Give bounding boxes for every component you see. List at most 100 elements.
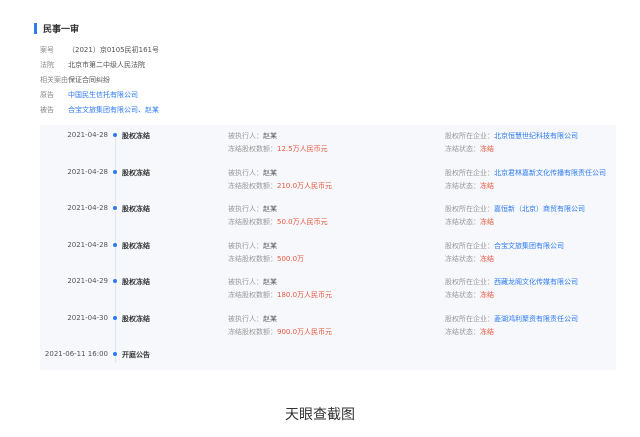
frozen-amount-value: 180.0万人民币元 xyxy=(277,291,333,299)
executed-person-label: 被执行人： xyxy=(228,314,263,323)
enterprise-label: 股权所在企业： xyxy=(445,132,494,140)
executed-person-value: 赵某 xyxy=(263,205,277,213)
entry-details: 被执行人：赵某 冻结股权数额：900.0万人民币元 xyxy=(228,313,332,339)
enterprise-link[interactable]: 合宝文旅集团有限公司 xyxy=(494,242,564,250)
case-field-value: （2021）京0105民初161号 xyxy=(68,45,159,54)
entry-type[interactable]: 股权冻结 xyxy=(122,168,150,178)
entry-details: 被执行人：赵某冻结股权数额：12.5万人民币元 xyxy=(228,130,328,156)
timeline-entry: 2021-04-30 股权冻结 被执行人：赵某 冻结股权数额：900.0万人民币元 股权… xyxy=(40,308,616,344)
entry-date: 2021-04-30 xyxy=(67,313,108,322)
frozen-amount-label: 冻结股权数额： xyxy=(228,181,277,190)
entry-type[interactable]: 股权冻结 xyxy=(122,314,150,324)
status-value: 冻结 xyxy=(480,327,494,336)
status-row: 冻结状态：冻结 xyxy=(445,253,564,266)
case-field-label: 案号 xyxy=(40,45,54,54)
frozen-amount-label: 冻结股权数额： xyxy=(228,327,277,336)
status-value: 冻结 xyxy=(480,254,494,263)
entry-enterprise: 股权所在企业：西藏龙阁文化传媒有限公司 冻结状态：冻结 xyxy=(445,276,578,302)
frozen-amount-value: 210.0万人民币元 xyxy=(277,181,333,190)
entry-details: 被执行人：赵某 冻结股权数额：500.0万 xyxy=(228,240,304,266)
executed-person-row: 被执行人：赵某 xyxy=(228,240,304,253)
executed-person-row: 被执行人：赵某 xyxy=(228,313,332,326)
entry-details: 被执行人：赵某冻结股权数额：210.0万人民币元 xyxy=(228,167,332,193)
enterprise-row: 股权所在企业：菱湖鸿利聚资有限责任公司 xyxy=(445,313,578,326)
status-value: 冻结 xyxy=(480,181,494,190)
case-field-link[interactable]: 合宝文旅集团有限公司、赵某 xyxy=(68,105,159,115)
entry-type[interactable]: 开庭公告 xyxy=(122,350,150,360)
entry-type[interactable]: 股权冻结 xyxy=(122,277,150,287)
case-info: 案号 （2021）京0105民初161号法院 北京市第二中级人民法院相关案由 保证合同… xyxy=(34,42,616,117)
executed-person-row: 被执行人：赵某 xyxy=(228,276,332,289)
frozen-amount-label: 冻结股权数额： xyxy=(228,218,277,226)
status-label: 冻结状态： xyxy=(445,291,480,299)
timeline-entry: 2021-04-29 股权冻结 被执行人：赵某 冻结股权数额：180.0万人民币元 股权… xyxy=(40,271,616,307)
timeline-dot-icon xyxy=(113,279,117,283)
frozen-amount-row: 冻结股权数额：900.0万人民币元 xyxy=(228,326,332,339)
executed-person-value: 赵某 xyxy=(263,132,277,140)
entry-type[interactable]: 股权冻结 xyxy=(122,131,150,141)
enterprise-row: 股权所在企业：北京君林嘉新文化传播有限责任公司 xyxy=(445,167,606,180)
case-field-label: 被告 xyxy=(40,105,54,114)
executed-person-label: 被执行人： xyxy=(228,168,263,177)
enterprise-link[interactable]: 嘉恒新（北京）商贸有限公司 xyxy=(494,205,585,213)
entry-enterprise: 股权所在企业：菱湖鸿利聚资有限责任公司 冻结状态：冻结 xyxy=(445,313,578,339)
frozen-amount-value: 12.5万人民币元 xyxy=(277,145,328,153)
enterprise-label: 股权所在企业： xyxy=(445,314,494,323)
section-header: 民事一审 xyxy=(34,20,616,36)
timeline: 2021-04-28 股权冻结 被执行人：赵某 冻结股权数额：12.5万人民币元 股权所… xyxy=(40,125,616,370)
enterprise-label: 股权所在企业： xyxy=(445,205,494,213)
case-field-row: 相关案由 保证合同纠纷 xyxy=(34,72,616,87)
enterprise-label: 股权所在企业： xyxy=(445,278,494,286)
executed-person-value: 赵某 xyxy=(263,314,277,323)
entry-date: 2021-04-28 xyxy=(67,240,108,249)
executed-person-label: 被执行人： xyxy=(228,132,263,140)
entry-type[interactable]: 股权冻结 xyxy=(122,241,150,251)
frozen-amount-value: 500.0万 xyxy=(277,254,305,263)
case-panel: 民事一审 案号 （2021）京0105民初161号法院 北京市第二中级人民法院相关案… xyxy=(34,20,616,117)
enterprise-link[interactable]: 北京君林嘉新文化传播有限责任公司 xyxy=(494,169,606,177)
entry-enterprise: 股权所在企业：嘉恒新（北京）商贸有限公司冻结状态：冻结 xyxy=(445,203,585,229)
status-value: 冻结 xyxy=(480,218,494,226)
case-field-value: 保证合同纠纷 xyxy=(68,75,110,84)
entry-details: 被执行人：赵某 冻结股权数额：180.0万人民币元 xyxy=(228,276,332,302)
status-row: 冻结状态：冻结 xyxy=(445,289,578,302)
status-label: 冻结状态： xyxy=(445,327,480,336)
frozen-amount-value: 900.0万人民币元 xyxy=(277,327,333,336)
case-field-row: 原告 中国民生信托有限公司 xyxy=(34,87,616,102)
case-field-label: 原告 xyxy=(40,90,54,99)
timeline-entry: 2021-04-28 股权冻结 被执行人：赵某 冻结股权数额：500.0万 股权所在企业… xyxy=(40,235,616,271)
executed-person-label: 被执行人： xyxy=(228,241,263,250)
executed-person-value: 赵某 xyxy=(263,168,277,177)
case-field-link[interactable]: 中国民生信托有限公司 xyxy=(68,90,138,100)
case-field-row: 法院 北京市第二中级人民法院 xyxy=(34,57,616,72)
case-field-label: 法院 xyxy=(40,60,54,69)
timeline-dot-icon xyxy=(113,242,117,247)
enterprise-row: 股权所在企业：西藏龙阁文化传媒有限公司 xyxy=(445,276,578,289)
frozen-amount-row: 冻结股权数额：180.0万人民币元 xyxy=(228,289,332,302)
case-field-value: 北京市第二中级人民法院 xyxy=(68,60,145,69)
enterprise-row: 股权所在企业：合宝文旅集团有限公司 xyxy=(445,240,564,253)
entry-enterprise: 股权所在企业：合宝文旅集团有限公司 冻结状态：冻结 xyxy=(445,240,564,266)
entry-date: 2021-04-28 xyxy=(67,167,108,176)
entry-type[interactable]: 股权冻结 xyxy=(122,204,150,214)
enterprise-link[interactable]: 北京恒慧世纪科技有限公司 xyxy=(494,132,578,140)
status-row: 冻结状态：冻结 xyxy=(445,180,606,193)
timeline-entry-hearing: 2021-06-11 16:00 开庭公告 xyxy=(40,344,616,380)
timeline-dot-icon xyxy=(113,169,117,174)
entry-date: 2021-04-29 xyxy=(67,277,108,285)
executed-person-label: 被执行人： xyxy=(228,278,263,286)
timeline-entry: 2021-04-28 股权冻结 被执行人：赵某 冻结股权数额：50.0万人民币元 股权所… xyxy=(40,198,616,234)
frozen-amount-row: 冻结股权数额：210.0万人民币元 xyxy=(228,180,332,193)
entry-enterprise: 股权所在企业：北京恒慧世纪科技有限公司 冻结状态：冻结 xyxy=(445,130,578,156)
timeline-entry: 2021-04-28 股权冻结 被执行人：赵某 冻结股权数额：12.5万人民币元 股权所… xyxy=(40,125,616,161)
executed-person-value: 赵某 xyxy=(263,278,277,286)
case-field-row: 案号 （2021）京0105民初161号 xyxy=(34,42,616,57)
enterprise-label: 股权所在企业： xyxy=(445,241,494,250)
enterprise-link[interactable]: 菱湖鸿利聚资有限责任公司 xyxy=(494,315,578,323)
status-row: 冻结状态：冻结 xyxy=(445,216,585,229)
executed-person-label: 被执行人： xyxy=(228,205,263,213)
frozen-amount-row: 冻结股权数额：12.5万人民币元 xyxy=(228,143,328,156)
timeline-dot-icon xyxy=(113,352,117,356)
executed-person-row: 被执行人：赵某 xyxy=(228,203,328,216)
enterprise-link[interactable]: 西藏龙阁文化传媒有限公司 xyxy=(494,278,578,286)
